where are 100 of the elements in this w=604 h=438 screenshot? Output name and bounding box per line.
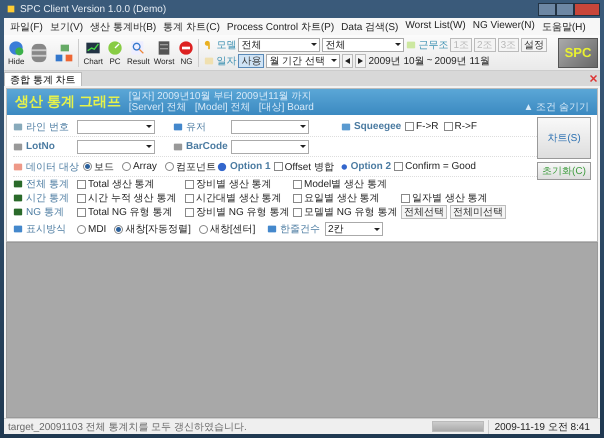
radio-label: 새창[센터] [210,223,256,236]
gauge-icon [107,40,124,56]
menu-item[interactable]: Worst List(W) [405,20,466,33]
radio-button[interactable] [114,224,124,234]
use-button[interactable]: 사용 [238,54,264,68]
status-panel [432,421,484,432]
line-label: 라인 번호 [26,120,69,134]
next-button[interactable] [355,54,366,68]
checkbox-label: Model별 생산 통계 [304,178,387,191]
month-spinner[interactable]: 2009년 10월 [368,54,425,68]
toolbar-button[interactable]: Chart [81,36,106,68]
window-title: SPC Client Version 1.0.0 (Demo) [20,4,166,14]
checkbox-label: 시간대별 생산 통계 [196,192,282,205]
checkbox[interactable] [185,194,194,202]
tab[interactable]: 종합 통계 차트 [4,72,82,86]
logo: SPC [558,38,598,68]
period-select[interactable]: 월 기간 선택 [266,54,340,68]
radio-label: 새창[자동정렬] [125,223,191,236]
option-label: Option 1 [230,161,271,172]
month-spinner[interactable]: 2009년 11월 [434,54,490,68]
toolbar-button[interactable]: Result [125,36,152,68]
stats-group-label: 전체 통계 [26,178,69,191]
checkbox[interactable] [274,162,283,171]
status-time: 2009-11-19 오전 8:41 [488,420,596,434]
lot-select[interactable] [77,140,155,154]
maximize-button[interactable] [556,2,574,16]
checkbox-label: Confirm = Good [405,161,476,172]
checkbox[interactable] [401,194,410,202]
menu-item[interactable]: 생산 통계바(B) [90,20,156,33]
checkbox-label: 일자별 생산 통계 [412,192,488,205]
select-button[interactable]: 전체선택 [401,205,447,219]
date-label: 일자 [216,54,236,68]
left-arrow-icon [345,58,350,64]
checkbox[interactable] [293,208,302,216]
model-select[interactable]: 전체 [238,38,320,52]
checkbox[interactable] [185,180,194,188]
squeegee-label: Squeegee [354,121,402,132]
radio-button[interactable] [164,162,174,171]
magnifier-icon [130,40,146,56]
menu-item[interactable]: 통계 차트(C) [163,20,220,33]
close-button[interactable] [574,2,600,16]
checkbox[interactable] [77,194,86,202]
menu-item[interactable]: Process Control 차트(P) [226,20,334,33]
model-label: 모델 [216,38,236,52]
radio-label: 보드 [94,160,114,174]
checkbox-label: R->F [454,121,477,132]
user-select[interactable] [231,120,309,134]
checkbox[interactable] [77,208,86,216]
select-button[interactable]: 전체미선택 [450,205,506,219]
close-icon[interactable] [590,75,597,82]
checkbox[interactable] [394,162,404,171]
period-info: [일자] 2009년10월 부터 2009년11월 까지 [128,91,312,102]
radio-button[interactable] [122,162,131,171]
menu-item[interactable]: 도움말(H) [542,20,586,33]
checkbox-label: 장비별 NG 유형 통계 [196,206,290,219]
option-icon [341,162,348,172]
checkbox-label: 모델별 NG 유형 통계 [304,206,398,219]
shift-label: 근무조 [418,38,448,52]
draw-chart-button[interactable]: 차트(S) [537,117,591,159]
chart-icon [85,40,102,56]
checkbox[interactable] [293,180,302,188]
radio-button[interactable] [198,224,208,234]
barcode-label: BarCode [186,141,228,152]
checkbox[interactable] [405,122,414,131]
menu-item[interactable]: NG Viewer(N) [472,20,535,33]
display-label: 표시방식 [26,223,66,236]
radio-button[interactable] [83,162,92,171]
line-select[interactable] [77,120,155,134]
menu-item[interactable]: Data 검색(S) [341,20,398,33]
per-row-select[interactable]: 2칸 [325,222,383,236]
checkbox[interactable] [444,122,452,131]
model-select[interactable]: 전체 [322,38,404,52]
toolbar-button[interactable]: Hide [6,36,26,68]
toolbar-button[interactable]: Worst [152,36,176,68]
globe-icon [8,40,24,56]
shift-button[interactable]: 설정 [521,38,548,52]
stats-group-label: 시간 통계 [26,192,69,205]
per-row-label: 한줄건수 [280,223,320,236]
checkbox-label: 장비별 생산 통계 [196,178,272,191]
menu-item[interactable]: 보기(V) [50,20,84,33]
previous-button[interactable] [342,54,354,68]
option-icon [217,162,227,172]
radio-label: 컴포넌트 [176,160,216,174]
lot-label: LotNo [26,141,55,152]
toolbar-button[interactable]: NG [176,36,196,68]
menu-item[interactable]: 파일(F) [10,20,43,33]
target-label: 데이터 대상 [26,160,79,174]
radio-button[interactable] [77,224,86,234]
minimize-button[interactable] [538,2,556,16]
network-icon [54,42,74,62]
app-icon [6,4,16,14]
barcode-select[interactable] [231,140,309,154]
right-arrow-icon [358,58,364,64]
checkbox-label: F->R [416,121,438,132]
checkbox[interactable] [77,180,86,188]
checkbox[interactable] [185,208,194,216]
toolbar-button[interactable]: PC [105,36,126,68]
checkbox-label: Total NG 유형 통계 [88,206,172,219]
checkbox[interactable] [293,194,302,202]
filter-info: [Server] 전체 [Model] 전체 [대상] Board [128,102,314,113]
